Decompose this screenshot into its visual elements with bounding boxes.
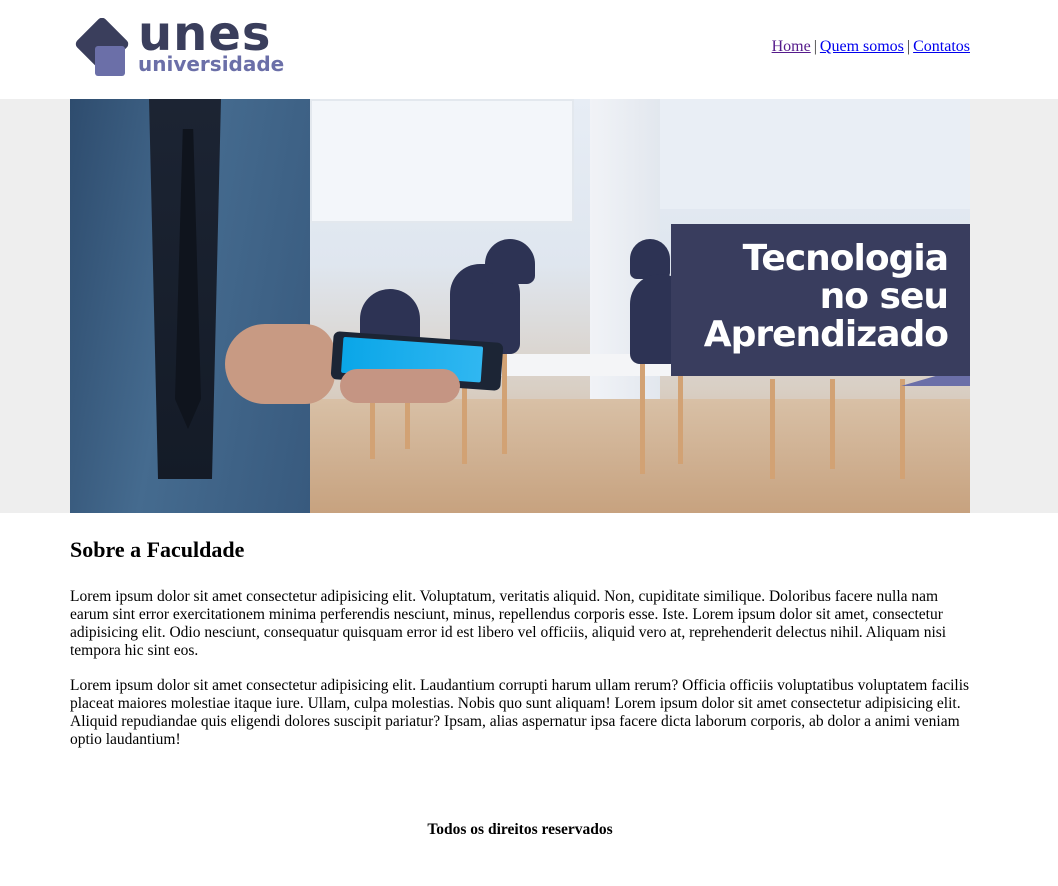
site-header: unes universidade Home | Quem somos | Contat… [70,0,970,99]
banner-band: Tecnologia no seu Aprendizado [0,99,1058,513]
logo-wordmark: unes [138,6,272,62]
unes-logo[interactable]: unes universidade [70,10,290,78]
section-title: Sobre a Faculdade [70,537,245,562]
main-nav: Home | Quem somos | Contatos [772,38,970,56]
about-section: Sobre a Faculdade Lorem ipsum dolor sit … [70,536,970,766]
footer-text: Todos os direitos reservados [427,821,613,838]
logo-subtitle: universidade [138,52,285,76]
paragraph: Lorem ipsum dolor sit amet consectetur a… [70,677,970,748]
nav-link-quem-somos[interactable]: Quem somos [820,38,904,55]
nav-separator: | [906,38,911,55]
banner-tagline: Tecnologia no seu Aprendizado [703,238,949,355]
hero-banner-image: Tecnologia no seu Aprendizado [70,99,970,513]
nav-link-contatos[interactable]: Contatos [913,38,970,55]
banner-tagline-box: Tecnologia no seu Aprendizado [671,224,970,376]
nav-separator: | [813,38,817,55]
paragraph: Lorem ipsum dolor sit amet consectetur a… [70,588,947,659]
logo-diamond-icon [75,18,129,76]
nav-link-home[interactable]: Home [772,38,811,55]
